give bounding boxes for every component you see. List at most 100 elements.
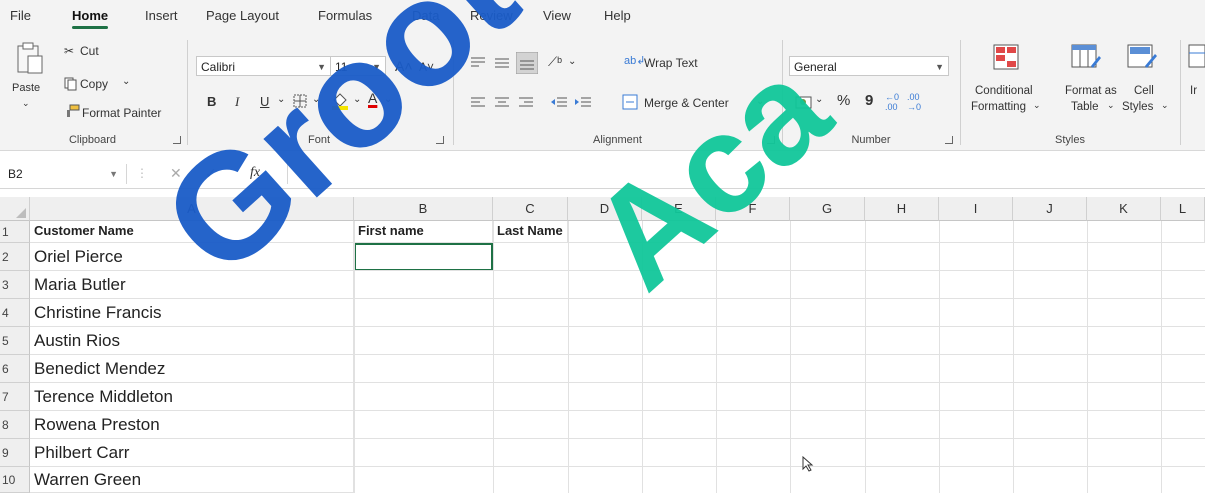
name-box[interactable]: B2 ▼ [4,164,127,184]
column-header-f[interactable]: F [716,197,790,221]
chevron-down-icon[interactable]: ▼ [109,164,118,184]
cell-c1[interactable]: Last Name [493,221,568,243]
merge-center-icon[interactable] [622,94,638,110]
conditional-formatting-icon[interactable] [993,44,1019,70]
align-left-icon[interactable] [470,96,486,110]
tab-home[interactable]: Home [72,8,109,29]
column-header-k[interactable]: K [1087,197,1161,221]
format-painter-button[interactable]: Format Painter [82,106,161,120]
insert-function-icon[interactable]: fx [250,165,260,181]
orientation-icon[interactable]: ⟋ᵇ [548,54,562,70]
column-header-a[interactable]: A [30,197,354,221]
underline-dropdown-icon[interactable]: ⌄ [277,94,285,105]
column-header-j[interactable]: J [1013,197,1087,221]
row-header[interactable]: 9 [0,439,30,467]
align-center-icon[interactable] [494,96,510,110]
number-dialog-launcher-icon[interactable] [945,136,953,144]
fill-color-dropdown-icon[interactable]: ⌄ [353,94,361,105]
bottom-align-icon[interactable] [516,52,538,74]
row-header[interactable]: 8 [0,411,30,439]
column-header-c[interactable]: C [493,197,568,221]
percent-button[interactable]: % [837,92,850,109]
decrease-font-size-icon[interactable]: A˅ [419,60,434,74]
select-all-button[interactable] [0,197,30,221]
italic-button[interactable]: I [235,94,239,110]
orientation-dropdown-icon[interactable]: ⌄ [568,56,576,67]
cell-a1[interactable]: Customer Name [30,221,354,243]
cut-button[interactable]: Cut [80,44,99,58]
cell-styles-icon[interactable] [1127,44,1157,70]
fill-color-icon[interactable] [331,92,349,110]
table-row[interactable]: Rowena Preston [30,411,354,439]
table-row[interactable]: Christine Francis [30,299,354,327]
table-row[interactable]: Oriel Pierce [30,243,354,271]
merge-dropdown-icon[interactable]: ⌄ [756,96,764,107]
row-header[interactable]: 2 [0,243,30,271]
font-size-select[interactable]: 11 ▼ [330,56,386,76]
copy-button[interactable]: Copy [80,77,108,91]
paste-button[interactable]: Paste [12,82,40,94]
tab-data[interactable]: Data [412,8,439,23]
row-header[interactable]: 4 [0,299,30,327]
bold-button[interactable]: B [207,94,216,109]
format-as-table-icon[interactable] [1071,44,1101,70]
insert-cells-icon[interactable] [1188,44,1205,70]
tab-file[interactable]: File [10,8,31,23]
format-painter-icon[interactable] [64,104,80,118]
table-row[interactable]: Terence Middleton [30,383,354,411]
insert-cells-button[interactable]: Ir [1190,85,1197,97]
copy-icon[interactable] [64,77,78,91]
alignment-dialog-launcher-icon[interactable] [767,136,775,144]
table-row[interactable]: Austin Rios [30,327,354,355]
middle-align-icon[interactable] [494,56,510,70]
merge-center-button[interactable]: Merge & Center [644,96,729,110]
clipboard-dialog-launcher-icon[interactable] [173,136,181,144]
top-align-icon[interactable] [470,56,486,70]
more-options-icon[interactable]: ⋮ [136,166,148,180]
tab-page-layout[interactable]: Page Layout [206,8,279,23]
tab-insert[interactable]: Insert [145,8,178,23]
row-header[interactable]: 6 [0,355,30,383]
conditional-formatting-button[interactable]: Conditional [975,85,1033,97]
decrease-indent-icon[interactable] [550,96,568,110]
borders-icon[interactable] [293,94,307,108]
row-header[interactable]: 3 [0,271,30,299]
row-header[interactable]: 1 [0,221,30,243]
cell-styles-button[interactable]: Cell [1134,85,1154,97]
increase-indent-icon[interactable] [574,96,592,110]
column-header-e[interactable]: E [642,197,716,221]
increase-decimal-icon[interactable]: ←0.00 [885,92,899,112]
font-color-icon[interactable]: A [368,90,377,106]
column-header-h[interactable]: H [865,197,939,221]
borders-dropdown-icon[interactable]: ⌄ [312,94,320,105]
tab-review[interactable]: Review [470,8,513,23]
confirm-entry-icon[interactable]: ✓ [205,165,217,182]
cell-b2-selected[interactable] [354,243,493,271]
formula-input[interactable] [287,164,1198,184]
increase-font-size-icon[interactable]: A˄ [395,58,413,74]
row-header[interactable]: 7 [0,383,30,411]
table-row[interactable]: Philbert Carr [30,439,354,467]
underline-button[interactable]: U [260,94,269,109]
number-format-select[interactable]: General ▼ [789,56,949,76]
column-header-g[interactable]: G [790,197,865,221]
paste-icon[interactable] [15,42,45,76]
accounting-dropdown-icon[interactable]: ⌄ [815,94,823,105]
column-header-i[interactable]: I [939,197,1013,221]
tab-view[interactable]: View [543,8,571,23]
column-header-b[interactable]: B [354,197,493,221]
font-dialog-launcher-icon[interactable] [436,136,444,144]
cells-row-1-rest[interactable] [568,221,1205,243]
font-family-select[interactable]: Calibri ▼ [196,56,331,76]
wrap-text-button[interactable]: Wrap Text [644,56,698,70]
table-row[interactable]: Warren Green [30,467,354,493]
cut-icon[interactable]: ✂ [64,44,74,58]
table-row[interactable]: Benedict Mendez [30,355,354,383]
align-right-icon[interactable] [518,96,534,110]
cancel-entry-icon[interactable]: ✕ [170,165,182,182]
copy-dropdown-icon[interactable]: ⌄ [122,76,130,87]
format-as-table-button[interactable]: Format as [1065,85,1117,97]
row-header[interactable]: 5 [0,327,30,355]
paste-chevron-icon[interactable]: ⌄ [22,98,30,109]
cell-b1[interactable]: First name [354,221,493,243]
